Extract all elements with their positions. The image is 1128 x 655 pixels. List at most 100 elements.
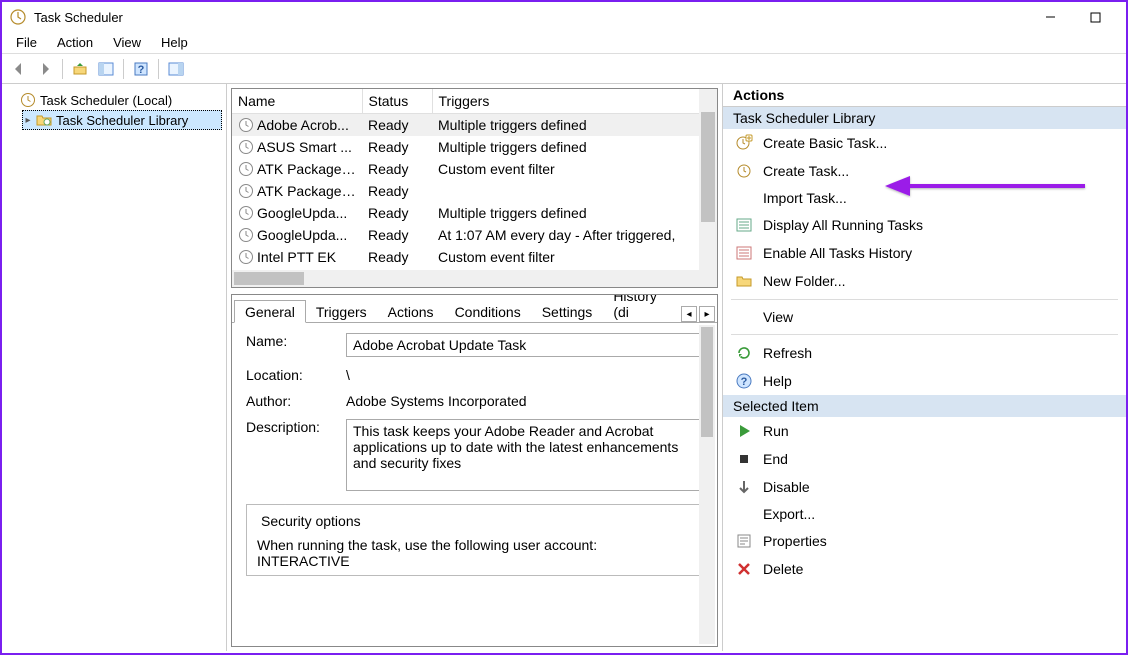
table-row[interactable]: ATK Package ...Ready [232, 180, 717, 202]
props-icon [735, 532, 753, 550]
label-name: Name: [246, 333, 346, 357]
action-label: Properties [763, 533, 827, 549]
action-run[interactable]: Run [723, 417, 1126, 445]
action-label: Export... [763, 506, 815, 522]
action-end[interactable]: End [723, 445, 1126, 473]
table-row[interactable]: Intel PTT EKReadyCustom event filter [232, 246, 717, 268]
tree-pane: Task Scheduler (Local) ▸ Task Scheduler … [2, 84, 227, 651]
tab-scroll-left[interactable]: ◂ [681, 306, 697, 322]
table-row[interactable]: GoogleUpda...ReadyAt 1:07 AM every day -… [232, 224, 717, 246]
task-status-cell: Ready [362, 158, 432, 180]
svg-text:?: ? [741, 376, 748, 388]
task-list: Name Status Triggers Adobe Acrob... Ready… [231, 88, 718, 288]
action-display-running[interactable]: Display All Running Tasks [723, 211, 1126, 239]
action-label: Create Basic Task... [763, 135, 887, 151]
back-button[interactable] [8, 58, 30, 80]
task-details: General Triggers Actions Conditions Sett… [231, 294, 718, 647]
task-list-vscroll[interactable] [699, 89, 717, 287]
actions-group-library: Task Scheduler Library [723, 107, 1126, 129]
tree-library-label: Task Scheduler Library [56, 113, 188, 128]
actions-pane: Actions Task Scheduler Library Create Ba… [722, 84, 1126, 651]
table-row[interactable]: ASUS Smart ...ReadyMultiple triggers def… [232, 136, 717, 158]
separator [731, 334, 1118, 335]
task-name-cell: GoogleUpda... [257, 205, 347, 221]
action-disable[interactable]: Disable [723, 473, 1126, 501]
action-create-basic-task[interactable]: Create Basic Task... [723, 129, 1126, 157]
tab-scroll-right[interactable]: ▸ [699, 306, 715, 322]
task-name-cell: GoogleUpda... [257, 227, 347, 243]
task-triggers-cell: Multiple triggers defined [432, 202, 717, 224]
toolbar: ? [2, 54, 1126, 84]
tab-history[interactable]: History (di [602, 294, 680, 322]
tab-actions[interactable]: Actions [377, 300, 445, 322]
clock-icon [238, 161, 257, 177]
details-vscroll[interactable] [699, 325, 715, 644]
action-label: Import Task... [763, 190, 847, 206]
expand-collapse-icon[interactable]: ▸ [22, 115, 34, 126]
action-create-task[interactable]: Create Task... [723, 157, 1126, 185]
history-icon [735, 244, 753, 262]
minimize-button[interactable] [1028, 3, 1073, 31]
tree-library[interactable]: ▸ Task Scheduler Library [22, 110, 222, 130]
clock-icon [238, 205, 257, 221]
action-view[interactable]: View [723, 304, 1126, 330]
label-author: Author: [246, 393, 346, 409]
tab-triggers[interactable]: Triggers [305, 300, 378, 322]
label-location: Location: [246, 367, 346, 383]
tab-general[interactable]: General [234, 300, 306, 323]
help-button[interactable]: ? [130, 58, 152, 80]
menu-file[interactable]: File [6, 34, 47, 51]
toolbar-separator [158, 59, 159, 79]
col-triggers[interactable]: Triggers [432, 89, 717, 114]
task-status-cell: Ready [362, 114, 432, 137]
col-name[interactable]: Name [232, 89, 362, 114]
show-hide-tree-button[interactable] [95, 58, 117, 80]
folder-clock-icon [36, 112, 52, 128]
maximize-button[interactable] [1073, 3, 1118, 31]
action-refresh[interactable]: Refresh [723, 339, 1126, 367]
task-list-hscroll[interactable] [232, 270, 699, 287]
task-location-value: \ [346, 367, 703, 383]
task-name-cell: Adobe Acrob... [257, 117, 349, 133]
task-triggers-cell: At 1:07 AM every day - After triggered, [432, 224, 717, 246]
action-new-folder[interactable]: New Folder... [723, 267, 1126, 295]
action-enable-history[interactable]: Enable All Tasks History [723, 239, 1126, 267]
task-name-cell: ATK Package ... [257, 183, 357, 199]
table-row[interactable]: GoogleUpda... ReadyMultiple triggers defi… [232, 202, 717, 224]
col-status[interactable]: Status [362, 89, 432, 114]
clock-icon [238, 183, 257, 199]
action-label: New Folder... [763, 273, 845, 289]
tree-root[interactable]: Task Scheduler (Local) [6, 90, 222, 110]
table-row[interactable]: ATK Package ...ReadyCustom event filter [232, 158, 717, 180]
security-line2: INTERACTIVE [257, 553, 692, 569]
table-row[interactable]: Adobe Acrob...ReadyMultiple triggers def… [232, 114, 717, 137]
task-name-field[interactable] [346, 333, 703, 357]
action-export[interactable]: Export... [723, 501, 1126, 527]
task-triggers-cell: Custom event filter [432, 158, 717, 180]
toolbar-separator [62, 59, 63, 79]
actions-group-selected: Selected Item [723, 395, 1126, 417]
action-label: Refresh [763, 345, 812, 361]
menu-action[interactable]: Action [47, 34, 103, 51]
play-icon [735, 422, 753, 440]
separator [731, 299, 1118, 300]
task-description-field[interactable] [346, 419, 703, 491]
action-properties[interactable]: Properties [723, 527, 1126, 555]
menu-view[interactable]: View [103, 34, 151, 51]
task-author-value: Adobe Systems Incorporated [346, 393, 703, 409]
action-help[interactable]: ?Help [723, 367, 1126, 395]
task-status-cell: Ready [362, 202, 432, 224]
action-delete[interactable]: Delete [723, 555, 1126, 583]
tab-conditions[interactable]: Conditions [444, 300, 532, 322]
label-description: Description: [246, 419, 346, 494]
actions-header: Actions [723, 84, 1126, 107]
menu-help[interactable]: Help [151, 34, 198, 51]
show-actions-pane-button[interactable] [165, 58, 187, 80]
tab-settings[interactable]: Settings [531, 300, 604, 322]
action-label: Disable [763, 479, 810, 495]
action-import-task[interactable]: Import Task... [723, 185, 1126, 211]
help-icon: ? [735, 372, 753, 390]
toolbar-separator [123, 59, 124, 79]
forward-button[interactable] [34, 58, 56, 80]
up-button[interactable] [69, 58, 91, 80]
